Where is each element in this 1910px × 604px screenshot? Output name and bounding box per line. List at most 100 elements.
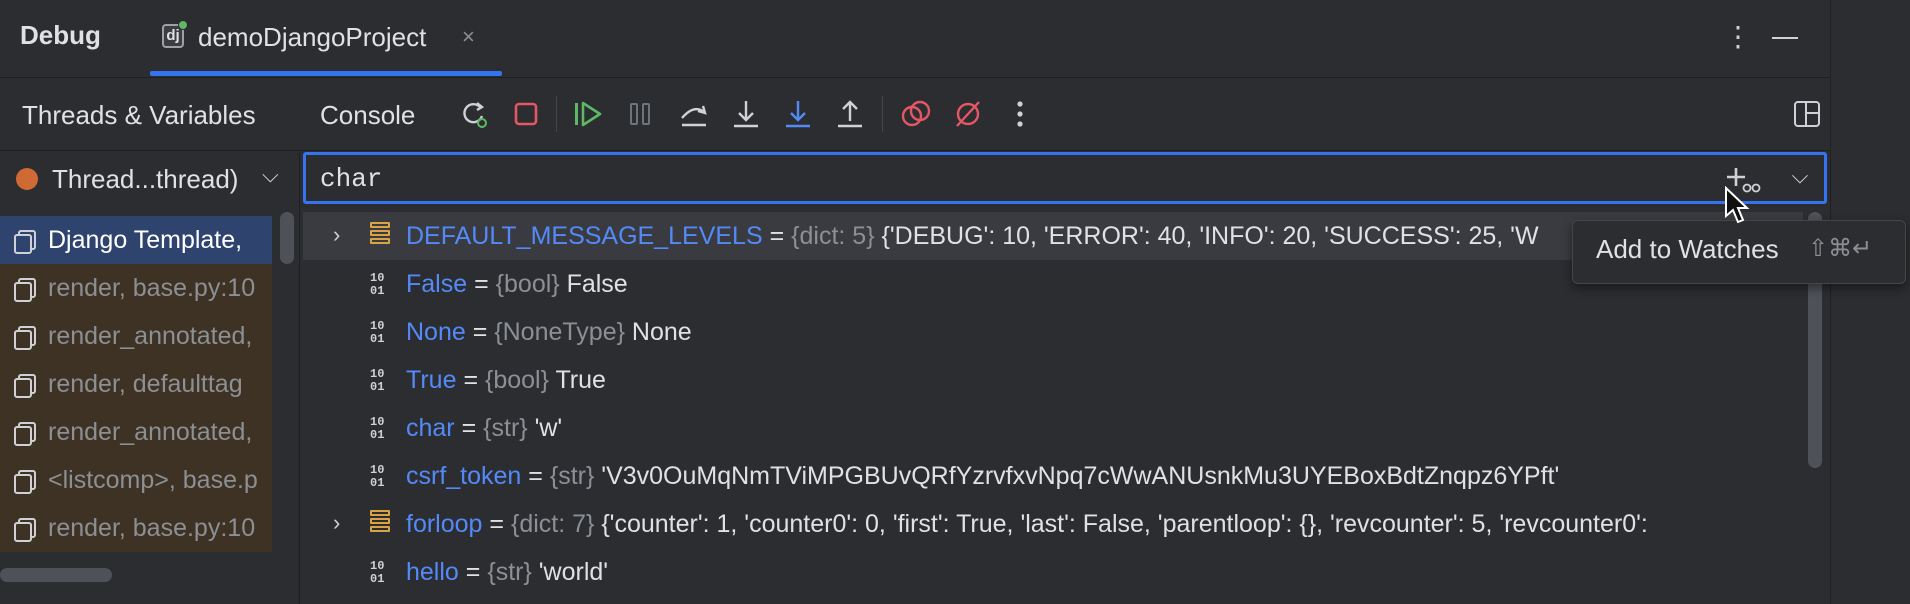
variable-name: True (406, 366, 457, 394)
variable-value: 'w' (534, 414, 563, 442)
expand-arrow-icon[interactable]: › (333, 222, 340, 248)
variable-text: forloop = {dict: 7} {'counter': 1, 'coun… (406, 510, 1648, 538)
evaluate-input[interactable] (320, 163, 1620, 195)
frame-icon (14, 422, 36, 446)
tool-window-title: Debug (20, 20, 101, 50)
variable-name: hello (406, 558, 459, 586)
expand-chevron-icon[interactable]: ⌵ (1788, 164, 1812, 188)
tooltip-label: Add to Watches (1596, 234, 1779, 264)
variable-type: {bool} (485, 366, 549, 394)
primitive-icon: 10 01 (370, 367, 385, 394)
frame-item[interactable]: Django Template, (0, 216, 272, 264)
variable-name: char (406, 414, 455, 442)
toolbar-separator (556, 96, 557, 132)
layout-icon[interactable] (1794, 101, 1820, 127)
variable-type: {NoneType} (494, 318, 625, 346)
frame-item[interactable]: render_annotated, (0, 408, 272, 456)
variable-row[interactable]: 10 01 csrf_token = {str} 'V3v0OuMqNmTViMP… (303, 452, 1803, 500)
variable-name: False (406, 270, 468, 298)
variable-type: {str} (487, 558, 532, 586)
frame-icon (14, 374, 36, 398)
primitive-icon: 10 01 (370, 463, 385, 490)
variable-value: False (566, 270, 628, 298)
pause-icon[interactable] (622, 96, 658, 132)
variable-text: True = {bool} True (406, 366, 606, 394)
tab-demo-django-project[interactable]: dj demoDjangoProject × (150, 0, 502, 78)
variable-row[interactable]: 10 01 True = {bool} True (303, 356, 1803, 404)
mouse-cursor-icon (1724, 185, 1750, 226)
primitive-icon: 10 01 (370, 415, 385, 442)
frame-item[interactable]: render, base.py:10 (0, 264, 272, 312)
variable-type: {str} (549, 462, 595, 490)
frame-icon (14, 518, 36, 542)
dict-icon (370, 222, 390, 250)
primitive-icon: 10 01 (370, 271, 385, 298)
dict-icon (370, 510, 390, 538)
variable-type: {dict: 7} (510, 510, 595, 538)
more-actions-icon[interactable] (1002, 96, 1038, 132)
frame-item[interactable]: render_annotated, (0, 312, 272, 360)
right-gutter (1830, 0, 1910, 604)
variable-row[interactable]: 10 01 char = {str} 'w' (303, 404, 1803, 452)
running-indicator-icon (178, 20, 188, 30)
thread-selector[interactable]: Thread...thread) ⌵ (0, 152, 300, 204)
stop-icon[interactable] (508, 96, 544, 132)
active-tab-underline (150, 71, 502, 76)
frames-vertical-scrollbar[interactable] (280, 212, 294, 264)
variable-row[interactable]: › forloop = {dict: 7} {'counter': 1, 'co… (303, 500, 1803, 548)
variable-value: 'world' (538, 558, 609, 586)
tab-console[interactable]: Console (320, 100, 415, 131)
frame-label: render, base.py:10 (48, 514, 256, 542)
variable-text: False = {bool} False (406, 270, 628, 298)
variable-row[interactable]: 10 01 hello = {str} 'world' (303, 548, 1803, 596)
tooltip-shortcut: ⇧⌘↵ (1808, 235, 1873, 262)
evaluate-expression-field[interactable] (303, 152, 1827, 204)
frame-item[interactable]: render, base.py:10 (0, 504, 272, 552)
variable-name: DEFAULT_MESSAGE_LEVELS (406, 222, 763, 250)
primitive-icon: 10 01 (370, 319, 385, 346)
tab-threads-variables[interactable]: Threads & Variables (22, 100, 256, 131)
step-into-icon[interactable] (728, 96, 764, 132)
step-into-my-code-icon[interactable] (780, 96, 816, 132)
variable-text: None = {NoneType} None (406, 318, 692, 346)
frames-horizontal-scrollbar[interactable] (0, 568, 112, 582)
frame-label: Django Template, (48, 226, 243, 254)
variable-type: {str} (483, 414, 528, 442)
tab-label: demoDjangoProject (198, 22, 427, 52)
variable-row[interactable]: 10 01 None = {NoneType} None (303, 308, 1803, 356)
variable-value: None (631, 318, 692, 346)
close-tab-icon[interactable]: × (462, 24, 475, 50)
frame-label: render, base.py:10 (48, 274, 256, 302)
frame-label: render_annotated, (48, 322, 253, 350)
variable-name: forloop (406, 510, 483, 538)
step-over-icon[interactable] (676, 96, 712, 132)
frame-icon (14, 470, 36, 494)
view-breakpoints-icon[interactable] (898, 96, 934, 132)
variable-type: {bool} (495, 270, 560, 298)
rerun-icon[interactable] (456, 96, 492, 132)
variable-name: csrf_token (406, 462, 522, 490)
resume-icon[interactable] (570, 96, 606, 132)
variable-value: {'counter': 1, 'counter0': 0, 'first': T… (601, 510, 1648, 538)
frame-label: render, defaulttag (48, 370, 243, 398)
mute-breakpoints-icon[interactable] (950, 96, 986, 132)
frame-label: <listcomp>, base.p (48, 466, 258, 494)
variable-name: None (406, 318, 466, 346)
chevron-down-icon: ⌵ (262, 162, 279, 187)
variable-text: DEFAULT_MESSAGE_LEVELS = {dict: 5} {'DEB… (406, 222, 1539, 250)
expand-arrow-icon[interactable]: › (333, 510, 340, 536)
variable-text: csrf_token = {str} 'V3v0OuMqNmTViMPGBUvQ… (406, 462, 1560, 490)
minimize-icon[interactable] (1772, 37, 1798, 39)
frame-icon (14, 326, 36, 350)
thread-selector-label: Thread...thread) (52, 164, 239, 194)
thread-status-icon (16, 168, 38, 190)
frame-label: render_annotated, (48, 418, 253, 446)
variable-value: 'V3v0OuMqNmTViMPGBUvQRfYzrvfxvNpq7cWwANU… (601, 462, 1560, 490)
frame-icon (14, 230, 36, 254)
more-options-icon[interactable]: ⋮ (1724, 20, 1752, 53)
primitive-icon: 10 01 (370, 559, 385, 586)
step-out-icon[interactable] (832, 96, 868, 132)
frame-item[interactable]: render, defaulttag (0, 360, 272, 408)
variable-text: char = {str} 'w' (406, 414, 563, 442)
frame-item[interactable]: <listcomp>, base.p (0, 456, 272, 504)
